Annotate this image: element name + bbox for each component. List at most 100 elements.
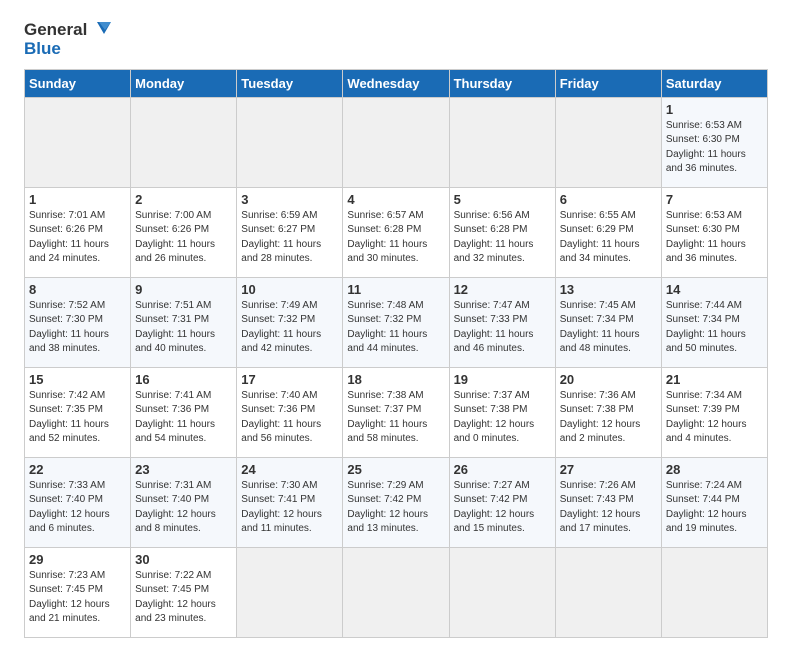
cell-info: Sunrise: 6:57 AMSunset: 6:28 PMDaylight:… [347,210,427,265]
calendar-cell: 19Sunrise: 7:37 AMSunset: 7:38 PMDayligh… [449,367,555,457]
calendar-cell: 3 Sunrise: 6:59 AMSunset: 6:27 PMDaylight… [237,187,343,277]
calendar-cell: 24Sunrise: 7:30 AMSunset: 7:41 PMDayligh… [237,457,343,547]
cell-info: Sunrise: 6:59 AMSunset: 6:27 PMDaylight:… [241,210,321,265]
day-number: 3 [241,192,338,207]
cell-info: Sunrise: 6:53 AMSunset: 6:30 PMDaylight:… [666,210,746,265]
day-number: 12 [454,282,551,297]
cell-info: Sunrise: 7:36 AMSunset: 7:38 PMDaylight:… [560,390,641,445]
cell-info: Sunrise: 7:38 AMSunset: 7:37 PMDaylight:… [347,390,427,445]
calendar-week-row: 22Sunrise: 7:33 AMSunset: 7:40 PMDayligh… [25,457,768,547]
calendar-cell: 27 Sunrise: 7:26 AMSunset: 7:43 PMDayligh… [555,457,661,547]
calendar-cell: 17Sunrise: 7:40 AMSunset: 7:36 PMDayligh… [237,367,343,457]
calendar-cell: 22Sunrise: 7:33 AMSunset: 7:40 PMDayligh… [25,457,131,547]
day-number: 8 [29,282,126,297]
calendar-table: SundayMondayTuesdayWednesdayThursdayFrid… [24,69,768,638]
day-number: 4 [347,192,444,207]
calendar-cell [555,547,661,637]
cell-info: Sunrise: 7:00 AMSunset: 6:26 PMDaylight:… [135,210,215,265]
day-number: 25 [347,462,444,477]
cell-info: Sunrise: 7:29 AMSunset: 7:42 PMDaylight:… [347,480,428,535]
calendar-cell: 14 Sunrise: 7:44 AMSunset: 7:34 PMDayligh… [661,277,767,367]
cell-info: Sunrise: 7:42 AMSunset: 7:35 PMDaylight:… [29,390,109,445]
header-monday: Monday [131,69,237,97]
cell-info: Sunrise: 7:40 AMSunset: 7:36 PMDaylight:… [241,390,321,445]
calendar-cell: 25 Sunrise: 7:29 AMSunset: 7:42 PMDayligh… [343,457,449,547]
day-number: 29 [29,552,126,567]
calendar-week-row: 1 Sunrise: 6:53 AMSunset: 6:30 PMDaylight… [25,97,768,187]
cell-info: Sunrise: 7:33 AMSunset: 7:40 PMDaylight:… [29,480,110,535]
cell-info: Sunrise: 7:22 AMSunset: 7:45 PMDaylight:… [135,570,216,625]
day-number: 30 [135,552,232,567]
calendar-cell: 21 Sunrise: 7:34 AMSunset: 7:39 PMDayligh… [661,367,767,457]
calendar-week-row: 8 Sunrise: 7:52 AMSunset: 7:30 PMDaylight… [25,277,768,367]
calendar-cell: 20 Sunrise: 7:36 AMSunset: 7:38 PMDayligh… [555,367,661,457]
calendar-cell: 1 Sunrise: 6:53 AMSunset: 6:30 PMDaylight… [661,97,767,187]
calendar-cell: 18Sunrise: 7:38 AMSunset: 7:37 PMDayligh… [343,367,449,457]
cell-info: Sunrise: 7:23 AMSunset: 7:45 PMDaylight:… [29,570,110,625]
calendar-cell [343,547,449,637]
day-number: 14 [666,282,763,297]
page-header: General Blue [24,20,768,59]
header-friday: Friday [555,69,661,97]
calendar-cell [25,97,131,187]
day-number: 28 [666,462,763,477]
calendar-cell: 9 Sunrise: 7:51 AMSunset: 7:31 PMDaylight… [131,277,237,367]
cell-info: Sunrise: 7:27 AMSunset: 7:42 PMDaylight:… [454,480,535,535]
calendar-cell [661,547,767,637]
calendar-cell: 6Sunrise: 6:55 AMSunset: 6:29 PMDaylight… [555,187,661,277]
calendar-cell: 26Sunrise: 7:27 AMSunset: 7:42 PMDayligh… [449,457,555,547]
day-number: 10 [241,282,338,297]
calendar-cell: 16Sunrise: 7:41 AMSunset: 7:36 PMDayligh… [131,367,237,457]
calendar-cell: 30 Sunrise: 7:22 AMSunset: 7:45 PMDayligh… [131,547,237,637]
day-number: 27 [560,462,657,477]
header-wednesday: Wednesday [343,69,449,97]
logo-bird-icon [89,20,111,40]
calendar-cell [237,547,343,637]
header-thursday: Thursday [449,69,555,97]
calendar-cell: 7 Sunrise: 6:53 AMSunset: 6:30 PMDaylight… [661,187,767,277]
day-number: 5 [454,192,551,207]
cell-info: Sunrise: 7:31 AMSunset: 7:40 PMDaylight:… [135,480,216,535]
calendar-cell: 1Sunrise: 7:01 AMSunset: 6:26 PMDaylight… [25,187,131,277]
calendar-cell [555,97,661,187]
cell-info: Sunrise: 7:30 AMSunset: 7:41 PMDaylight:… [241,480,322,535]
calendar-cell [343,97,449,187]
day-number: 21 [666,372,763,387]
cell-info: Sunrise: 6:55 AMSunset: 6:29 PMDaylight:… [560,210,640,265]
day-number: 2 [135,192,232,207]
cell-info: Sunrise: 7:26 AMSunset: 7:43 PMDaylight:… [560,480,641,535]
cell-info: Sunrise: 7:45 AMSunset: 7:34 PMDaylight:… [560,300,640,355]
calendar-cell: 12 Sunrise: 7:47 AMSunset: 7:33 PMDayligh… [449,277,555,367]
calendar-cell [449,97,555,187]
cell-info: Sunrise: 7:34 AMSunset: 7:39 PMDaylight:… [666,390,747,445]
calendar-cell: 29 Sunrise: 7:23 AMSunset: 7:45 PMDayligh… [25,547,131,637]
cell-info: Sunrise: 7:51 AMSunset: 7:31 PMDaylight:… [135,300,215,355]
cell-info: Sunrise: 7:44 AMSunset: 7:34 PMDaylight:… [666,300,746,355]
day-number: 1 [666,102,763,117]
cell-info: Sunrise: 7:48 AMSunset: 7:32 PMDaylight:… [347,300,427,355]
day-number: 9 [135,282,232,297]
calendar-cell: 10Sunrise: 7:49 AMSunset: 7:32 PMDayligh… [237,277,343,367]
calendar-week-row: 15 Sunrise: 7:42 AMSunset: 7:35 PMDayligh… [25,367,768,457]
day-number: 13 [560,282,657,297]
cell-info: Sunrise: 7:52 AMSunset: 7:30 PMDaylight:… [29,300,109,355]
cell-info: Sunrise: 6:53 AMSunset: 6:30 PMDaylight:… [666,120,746,175]
calendar-week-row: 29 Sunrise: 7:23 AMSunset: 7:45 PMDayligh… [25,547,768,637]
calendar-cell: 8 Sunrise: 7:52 AMSunset: 7:30 PMDaylight… [25,277,131,367]
calendar-cell: 2 Sunrise: 7:00 AMSunset: 6:26 PMDaylight… [131,187,237,277]
cell-info: Sunrise: 6:56 AMSunset: 6:28 PMDaylight:… [454,210,534,265]
cell-info: Sunrise: 7:47 AMSunset: 7:33 PMDaylight:… [454,300,534,355]
logo: General Blue [24,20,111,59]
calendar-cell [449,547,555,637]
day-number: 15 [29,372,126,387]
cell-info: Sunrise: 7:24 AMSunset: 7:44 PMDaylight:… [666,480,747,535]
header-saturday: Saturday [661,69,767,97]
calendar-cell: 13 Sunrise: 7:45 AMSunset: 7:34 PMDayligh… [555,277,661,367]
day-number: 7 [666,192,763,207]
calendar-header-row: SundayMondayTuesdayWednesdayThursdayFrid… [25,69,768,97]
calendar-cell [131,97,237,187]
cell-info: Sunrise: 7:37 AMSunset: 7:38 PMDaylight:… [454,390,535,445]
day-number: 16 [135,372,232,387]
day-number: 20 [560,372,657,387]
calendar-cell [237,97,343,187]
